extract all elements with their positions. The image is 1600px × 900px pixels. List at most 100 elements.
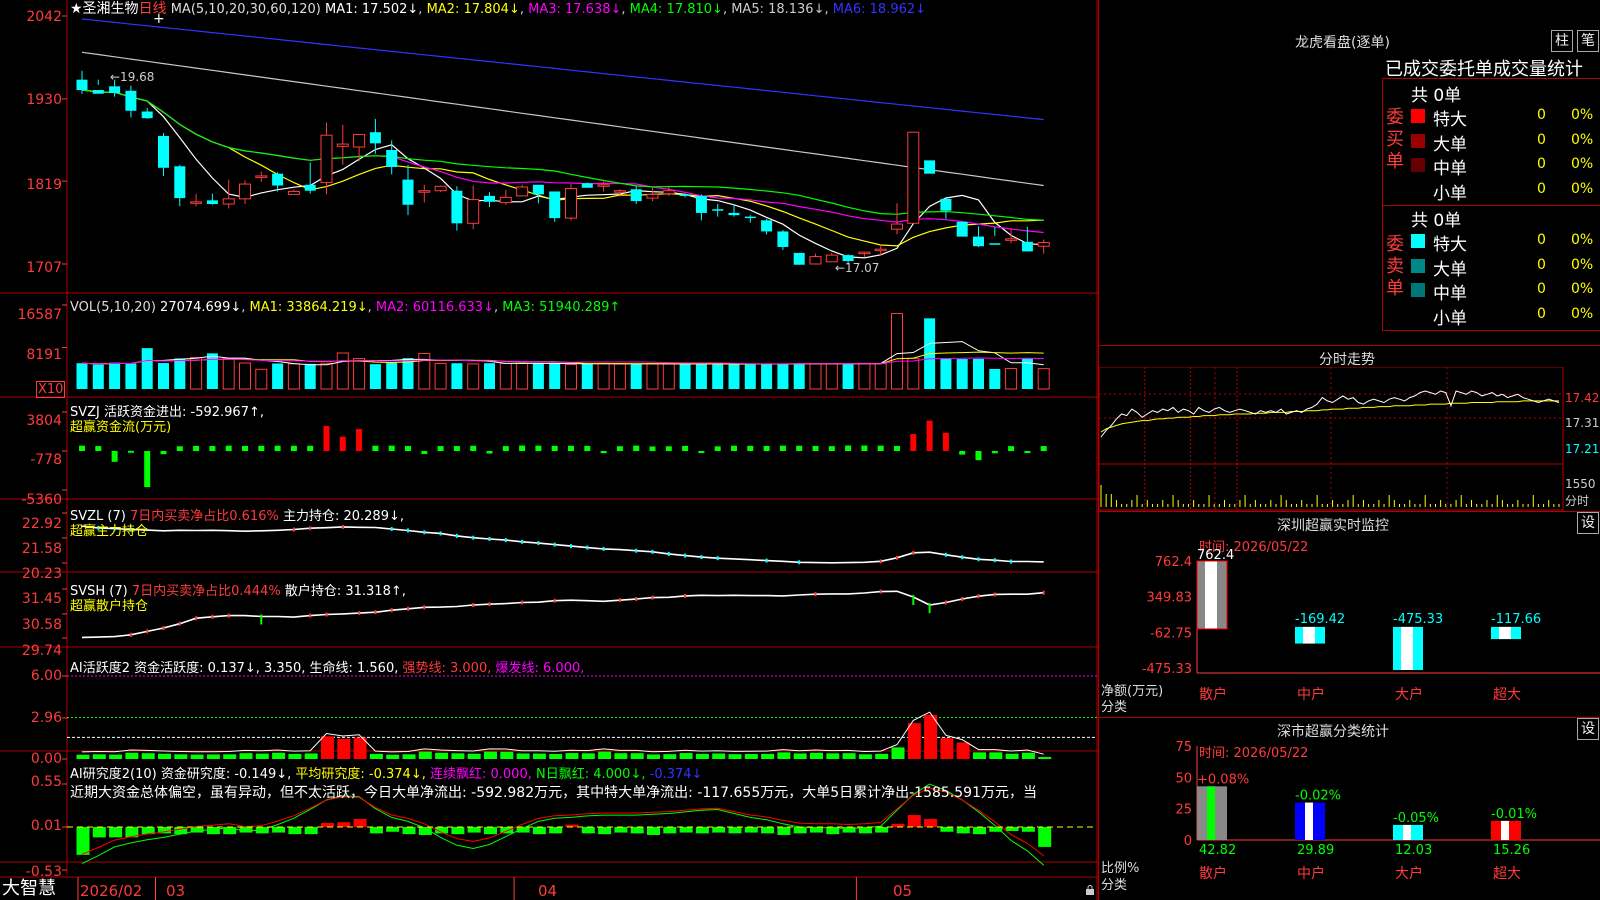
research-bar — [1038, 827, 1052, 847]
candle-body — [451, 190, 463, 224]
order-row: 特大 0 0% — [1409, 105, 1600, 130]
capital-flow-bar — [519, 445, 526, 451]
volume-bar — [304, 363, 316, 389]
capital-flow-bar — [95, 446, 102, 451]
stock-title[interactable]: ★圣湘生物 — [70, 1, 139, 17]
capital-flow-bar — [405, 445, 411, 451]
monitor-settings-button[interactable]: 设 — [1577, 512, 1599, 534]
candle-body — [712, 209, 724, 211]
candle-body — [222, 198, 235, 205]
classify-y-tick: 75 — [1175, 740, 1192, 755]
research-bar — [875, 827, 889, 833]
capital-flow-bar — [845, 445, 852, 451]
candle-body — [125, 90, 137, 111]
tick-mode-button[interactable]: 笔 — [1577, 30, 1599, 52]
volume-bar — [402, 358, 414, 389]
research-bar — [761, 827, 775, 834]
volume-bar — [451, 363, 463, 389]
activity-bar — [451, 753, 465, 759]
period-label[interactable]: 日线 — [139, 1, 167, 17]
monitor-y-tick: -62.75 — [1150, 626, 1192, 641]
classify-settings-button[interactable]: 设 — [1577, 718, 1599, 740]
candle-body — [907, 131, 920, 224]
research-bar — [663, 827, 677, 834]
monitor-bar — [1491, 626, 1521, 640]
intraday-chart[interactable] — [1099, 367, 1600, 512]
activity-bar — [875, 753, 889, 759]
activity-bar — [826, 753, 840, 759]
research-bar — [288, 827, 302, 835]
volume-bar — [989, 368, 1001, 389]
ai-research-cont: 连续飘红: 0.000, — [429, 767, 532, 782]
candle — [451, 186, 463, 231]
candle-body — [695, 195, 707, 213]
svsh-ratio: 7日内买卖净占比0.444% — [131, 584, 285, 599]
monitor-category: 大户 — [1395, 686, 1423, 703]
main-chart-svg[interactable]: + — [0, 0, 1098, 900]
volume-bar — [646, 363, 659, 390]
brand-label[interactable]: 大智慧 — [2, 879, 56, 899]
ai-research-note: 近期大资金总体偏空，虽有异动，但不太活跃，今日大单净流出: -592.982万元… — [70, 785, 1037, 801]
ma-line-1 — [81, 89, 1044, 259]
classify-y-tick: 50 — [1175, 771, 1192, 786]
capital-flow-bar — [959, 451, 966, 455]
candle-body — [809, 256, 822, 265]
monitor-bar — [1295, 626, 1325, 644]
lock-icon[interactable] — [1085, 884, 1095, 895]
candle-body — [386, 149, 398, 168]
monitor-bar — [1393, 626, 1423, 670]
bar-mode-button[interactable]: 柱 — [1551, 30, 1573, 52]
candle — [581, 182, 593, 188]
activity-bar — [190, 754, 204, 759]
capital-flow-bar — [910, 434, 917, 451]
candle-body — [516, 186, 529, 197]
candle — [467, 185, 480, 230]
candle — [973, 226, 984, 247]
research-bar — [549, 827, 563, 834]
candle-body — [630, 189, 642, 202]
svzl-y-tick-3: 20.23 — [21, 566, 62, 582]
candle — [239, 180, 251, 205]
candle — [940, 198, 952, 219]
candle — [92, 79, 104, 94]
capital-flow-bar — [698, 451, 705, 453]
research-bar — [940, 827, 954, 832]
candle-body — [353, 133, 366, 148]
capital-flow-bar — [682, 445, 689, 451]
order-type-label: 中单 — [1433, 159, 1467, 179]
intraday-y-1: 17.42 — [1565, 391, 1600, 405]
order-row: 小单 0 0% — [1409, 304, 1600, 329]
buy-order-table: 委买单 共 0单 特大 0 0% 大单 0 0% 中单 0 0% 小单 0 0% — [1382, 78, 1600, 206]
activity-bar — [516, 753, 530, 759]
volume-bar — [336, 352, 349, 390]
classify-x-label: 分类 — [1101, 878, 1128, 893]
volume-bar — [761, 363, 773, 389]
activity-bar — [842, 753, 856, 759]
intraday-vol-label: 分时 — [1565, 494, 1590, 508]
ai-research-header: AI研究度2(10) 资金研究度: -0.149↓, 平均研究度: -0.374… — [70, 767, 702, 783]
research-bar — [206, 827, 220, 835]
svsh-y-tick-1: 31.45 — [21, 591, 62, 607]
classify-chart[interactable]: 75 50 25 0 +0.08% 42.82 散户 -0.02% 29.89 中户 -0.05% 1… — [1099, 739, 1600, 899]
svsh-y-tick-2: 30.58 — [21, 617, 62, 633]
volume-bar — [1005, 367, 1018, 390]
activity-bar — [174, 754, 188, 759]
candle-body — [646, 193, 659, 199]
volume-bar — [206, 353, 218, 389]
candle — [1005, 229, 1018, 244]
candle — [434, 185, 447, 193]
capital-flow-bar — [176, 446, 183, 451]
candle-body — [1037, 242, 1050, 247]
order-type-label: 特大 — [1433, 110, 1467, 130]
candle-body — [549, 191, 561, 219]
candle — [141, 107, 153, 119]
research-bar — [484, 827, 497, 835]
high-price-label: ←19.68 — [110, 70, 155, 84]
activity-bar — [565, 753, 579, 759]
monitor-chart[interactable]: 762.4 349.83 -62.75 -475.33 762.4 散户 -169.42 中户… — [1099, 533, 1600, 713]
capital-flow-bar — [127, 450, 134, 453]
chart-area[interactable]: + ★圣湘生物日线 MA(5,10,20,30,60,120) MA1: 17.… — [0, 0, 1098, 900]
ai-research-values: AI研究度2(10) 资金研究度: -0.149↓, — [70, 767, 296, 782]
capital-flow-bar — [225, 445, 232, 451]
order-type-label: 大单 — [1433, 134, 1467, 155]
